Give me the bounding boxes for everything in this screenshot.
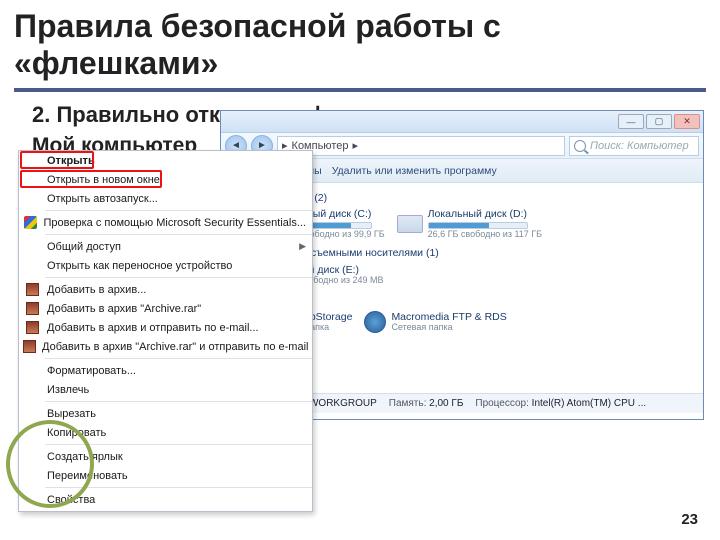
slide-title: Правила безопасной работы с «флешками» xyxy=(14,8,706,92)
ctx-add-rar[interactable]: Добавить в архив "Archive.rar" xyxy=(19,299,312,318)
ctx-security-scan[interactable]: Проверка с помощью Microsoft Security Es… xyxy=(19,213,312,232)
ctx-open[interactable]: Открыть xyxy=(19,151,312,170)
search-icon xyxy=(574,140,586,152)
ctx-format[interactable]: Форматировать... xyxy=(19,361,312,380)
ctx-email-archive[interactable]: Добавить в архив и отправить по e-mail..… xyxy=(19,318,312,337)
ctx-share[interactable]: Общий доступ▶ xyxy=(19,237,312,256)
maximize-button[interactable]: ▢ xyxy=(646,114,672,129)
chevron-right-icon: ▸ xyxy=(352,139,358,152)
chevron-right-icon: ▶ xyxy=(299,241,306,252)
ctx-email-rar[interactable]: Добавить в архив "Archive.rar" и отправи… xyxy=(19,337,312,356)
separator xyxy=(45,210,312,211)
separator xyxy=(45,358,312,359)
globe-icon xyxy=(364,311,386,333)
rar-icon xyxy=(23,301,41,317)
rar-icon xyxy=(23,282,41,298)
search-input[interactable]: Поиск: Компьютер xyxy=(569,136,699,156)
minimize-button[interactable]: — xyxy=(618,114,644,129)
shield-icon xyxy=(23,215,38,231)
breadcrumb[interactable]: ▸ Компьютер ▸ xyxy=(277,136,565,156)
drive-ftp[interactable]: Macromedia FTP & RDS Сетевая папка xyxy=(364,311,506,333)
decorative-circle xyxy=(6,420,94,508)
search-placeholder: Поиск: Компьютер xyxy=(590,140,689,152)
rar-icon xyxy=(23,339,36,355)
ctx-open-new-window[interactable]: Открыть в новом окне xyxy=(19,170,312,189)
ctx-autoplay[interactable]: Открыть автозапуск... xyxy=(19,189,312,208)
capacity-bar xyxy=(428,222,528,229)
separator xyxy=(45,277,312,278)
ctx-cut[interactable]: Вырезать xyxy=(19,404,312,423)
close-button[interactable]: ✕ xyxy=(674,114,700,129)
page-number: 23 xyxy=(681,511,698,528)
rar-icon xyxy=(23,320,41,336)
ctx-add-archive[interactable]: Добавить в архив... xyxy=(19,280,312,299)
toolbar-uninstall[interactable]: Удалить или изменить программу xyxy=(332,165,497,177)
window-titlebar: — ▢ ✕ xyxy=(221,111,703,133)
ctx-eject[interactable]: Извлечь xyxy=(19,380,312,399)
hdd-icon xyxy=(397,215,423,233)
separator xyxy=(45,401,312,402)
drive-d[interactable]: Локальный диск (D:) 26,6 ГБ свободно из … xyxy=(397,209,542,239)
ctx-portable[interactable]: Открыть как переносное устройство xyxy=(19,256,312,275)
separator xyxy=(45,234,312,235)
